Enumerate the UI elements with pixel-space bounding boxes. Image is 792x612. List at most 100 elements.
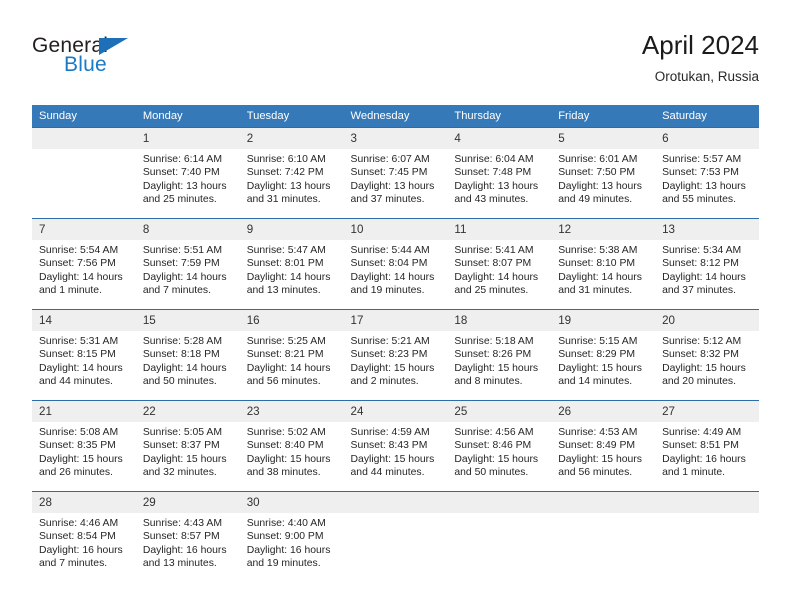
sunset-text: Sunset: 8:35 PM [39, 440, 116, 452]
calendar-day-cell[interactable]: 26 Sunrise: 4:53 AM Sunset: 8:49 PM Dayligh… [551, 400, 656, 492]
day-details: Sunrise: 4:40 AM Sunset: 9:00 PM Daylight:… [240, 513, 344, 571]
calendar-day-cell[interactable]: 25 Sunrise: 4:56 AM Sunset: 8:46 PM Dayligh… [447, 400, 552, 492]
day-details: Sunrise: 4:49 AM Sunset: 8:51 PM Daylight:… [655, 422, 759, 480]
sunrise-text: Sunrise: 5:08 AM [39, 427, 119, 438]
day-details: Sunrise: 5:54 AM Sunset: 7:56 PM Daylight:… [32, 240, 136, 298]
daylight-text: Daylight: 14 hours and 19 minutes. [350, 271, 435, 297]
sunset-text: Sunset: 7:48 PM [454, 167, 532, 179]
calendar-day-cell[interactable]: 5 Sunrise: 6:01 AM Sunset: 7:50 PM Daylight… [551, 127, 656, 219]
calendar-day-cell[interactable]: 8 Sunrise: 5:51 AM Sunset: 7:59 PM Daylight… [135, 218, 240, 310]
daylight-text: Daylight: 14 hours and 56 minutes. [246, 362, 331, 388]
daylight-text: Daylight: 16 hours and 19 minutes. [246, 544, 331, 570]
daylight-text: Daylight: 15 hours and 38 minutes. [246, 453, 331, 479]
calendar-day-cell[interactable]: 3 Sunrise: 6:07 AM Sunset: 7:45 PM Daylight… [343, 127, 448, 219]
sunset-text: Sunset: 7:53 PM [662, 167, 739, 179]
day-details: Sunrise: 4:59 AM Sunset: 8:43 PM Daylight:… [344, 422, 448, 480]
day-number: 6 [655, 128, 759, 149]
day-details: Sunrise: 5:08 AM Sunset: 8:35 PM Daylight:… [32, 422, 136, 480]
daylight-text: Daylight: 15 hours and 8 minutes. [454, 362, 539, 388]
sunrise-text: Sunrise: 5:05 AM [142, 427, 222, 438]
daylight-text: Daylight: 14 hours and 50 minutes. [142, 362, 227, 388]
day-details: Sunrise: 6:14 AM Sunset: 7:40 PM Daylight:… [136, 149, 240, 207]
day-number: 22 [135, 401, 240, 422]
daylight-text: Daylight: 16 hours and 7 minutes. [39, 544, 123, 570]
calendar-day-cell[interactable]: 14 Sunrise: 5:31 AM Sunset: 8:15 PM Dayligh… [32, 309, 136, 401]
calendar-day-cell[interactable]: 7 Sunrise: 5:54 AM Sunset: 7:56 PM Daylight… [32, 218, 136, 310]
sunrise-text: Sunrise: 5:15 AM [558, 336, 638, 347]
sunrise-text: Sunrise: 4:56 AM [454, 427, 534, 438]
day-details: Sunrise: 5:25 AM Sunset: 8:21 PM Daylight:… [240, 331, 344, 389]
general-blue-logo[interactable]: General Blue [32, 34, 232, 90]
day-number: 23 [239, 401, 344, 422]
sunset-text: Sunset: 8:15 PM [39, 349, 116, 361]
sunset-text: Sunset: 8:10 PM [558, 258, 636, 270]
sunset-text: Sunset: 7:42 PM [246, 167, 324, 179]
calendar-day-cell-empty [655, 491, 759, 582]
calendar-day-cell[interactable]: 22 Sunrise: 5:05 AM Sunset: 8:37 PM Dayligh… [135, 400, 240, 492]
day-number: 15 [135, 310, 240, 331]
sunset-text: Sunset: 8:29 PM [558, 349, 636, 361]
day-number [551, 492, 656, 513]
calendar-day-cell[interactable]: 4 Sunrise: 6:04 AM Sunset: 7:48 PM Daylight… [447, 127, 552, 219]
calendar-day-cell[interactable]: 18 Sunrise: 5:18 AM Sunset: 8:26 PM Dayligh… [447, 309, 552, 401]
sunrise-text: Sunrise: 5:41 AM [454, 245, 534, 256]
calendar-day-cell[interactable]: 1 Sunrise: 6:14 AM Sunset: 7:40 PM Daylight… [135, 127, 240, 219]
calendar-day-cell[interactable]: 27 Sunrise: 4:49 AM Sunset: 8:51 PM Dayligh… [655, 400, 759, 492]
calendar-day-cell[interactable]: 20 Sunrise: 5:12 AM Sunset: 8:32 PM Dayligh… [655, 309, 759, 401]
calendar-day-cell[interactable]: 10 Sunrise: 5:44 AM Sunset: 8:04 PM Dayligh… [343, 218, 448, 310]
daylight-text: Daylight: 15 hours and 44 minutes. [350, 453, 435, 479]
day-number [655, 492, 759, 513]
calendar-day-cell[interactable]: 30 Sunrise: 4:40 AM Sunset: 9:00 PM Dayligh… [239, 491, 344, 582]
sunset-text: Sunset: 8:01 PM [246, 258, 324, 270]
day-details: Sunrise: 6:04 AM Sunset: 7:48 PM Daylight:… [447, 149, 551, 207]
calendar-week-row: 1 Sunrise: 6:14 AM Sunset: 7:40 PM Daylight… [32, 127, 759, 219]
calendar-day-cell[interactable]: 23 Sunrise: 5:02 AM Sunset: 8:40 PM Dayligh… [239, 400, 344, 492]
daylight-text: Daylight: 15 hours and 32 minutes. [142, 453, 227, 479]
calendar-day-cell[interactable]: 6 Sunrise: 5:57 AM Sunset: 7:53 PM Daylight… [655, 127, 759, 219]
calendar-day-cell[interactable]: 12 Sunrise: 5:38 AM Sunset: 8:10 PM Dayligh… [551, 218, 656, 310]
calendar-day-cell[interactable]: 28 Sunrise: 4:46 AM Sunset: 8:54 PM Dayligh… [32, 491, 136, 582]
daylight-text: Daylight: 13 hours and 49 minutes. [558, 180, 642, 206]
calendar-day-cell[interactable]: 13 Sunrise: 5:34 AM Sunset: 8:12 PM Dayligh… [655, 218, 759, 310]
calendar-day-cell[interactable]: 24 Sunrise: 4:59 AM Sunset: 8:43 PM Dayligh… [343, 400, 448, 492]
day-number: 1 [135, 128, 240, 149]
day-number: 7 [32, 219, 136, 240]
calendar-week-row: 14 Sunrise: 5:31 AM Sunset: 8:15 PM Dayligh… [32, 309, 759, 401]
day-number: 9 [239, 219, 344, 240]
day-number: 13 [655, 219, 759, 240]
calendar-day-cell[interactable]: 21 Sunrise: 5:08 AM Sunset: 8:35 PM Dayligh… [32, 400, 136, 492]
daylight-text: Daylight: 14 hours and 13 minutes. [246, 271, 331, 297]
sunset-text: Sunset: 8:04 PM [350, 258, 428, 270]
day-number: 10 [343, 219, 448, 240]
daylight-text: Daylight: 13 hours and 55 minutes. [662, 180, 746, 206]
calendar-week-row: 21 Sunrise: 5:08 AM Sunset: 8:35 PM Dayligh… [32, 400, 759, 492]
calendar-day-cell[interactable]: 11 Sunrise: 5:41 AM Sunset: 8:07 PM Dayligh… [447, 218, 552, 310]
day-number: 8 [135, 219, 240, 240]
day-details: Sunrise: 4:53 AM Sunset: 8:49 PM Daylight:… [551, 422, 655, 480]
day-number: 3 [343, 128, 448, 149]
calendar-day-cell[interactable]: 16 Sunrise: 5:25 AM Sunset: 8:21 PM Dayligh… [239, 309, 344, 401]
calendar-day-cell[interactable]: 15 Sunrise: 5:28 AM Sunset: 8:18 PM Dayligh… [135, 309, 240, 401]
day-details: Sunrise: 5:57 AM Sunset: 7:53 PM Daylight:… [655, 149, 759, 207]
sunset-text: Sunset: 8:49 PM [558, 440, 636, 452]
calendar-day-cell[interactable]: 2 Sunrise: 6:10 AM Sunset: 7:42 PM Daylight… [239, 127, 344, 219]
sunset-text: Sunset: 8:40 PM [246, 440, 324, 452]
calendar-day-cell-empty [551, 491, 656, 582]
daylight-text: Daylight: 15 hours and 26 minutes. [39, 453, 123, 479]
sunrise-text: Sunrise: 6:14 AM [142, 154, 222, 165]
weekday-header-friday: Friday [551, 105, 656, 128]
day-number: 29 [135, 492, 240, 513]
calendar-day-cell[interactable]: 19 Sunrise: 5:15 AM Sunset: 8:29 PM Dayligh… [551, 309, 656, 401]
sunrise-text: Sunrise: 5:02 AM [246, 427, 326, 438]
sunset-text: Sunset: 7:59 PM [142, 258, 220, 270]
daylight-text: Daylight: 16 hours and 13 minutes. [142, 544, 227, 570]
day-number: 14 [32, 310, 136, 331]
calendar-day-cell[interactable]: 9 Sunrise: 5:47 AM Sunset: 8:01 PM Daylight… [239, 218, 344, 310]
calendar-day-cell[interactable]: 29 Sunrise: 4:43 AM Sunset: 8:57 PM Dayligh… [135, 491, 240, 582]
calendar-day-cell[interactable]: 17 Sunrise: 5:21 AM Sunset: 8:23 PM Dayligh… [343, 309, 448, 401]
daylight-text: Daylight: 15 hours and 14 minutes. [558, 362, 642, 388]
calendar-week-row: 7 Sunrise: 5:54 AM Sunset: 7:56 PM Daylight… [32, 218, 759, 310]
day-number: 27 [655, 401, 759, 422]
sunrise-text: Sunrise: 6:04 AM [454, 154, 534, 165]
day-number: 28 [32, 492, 136, 513]
